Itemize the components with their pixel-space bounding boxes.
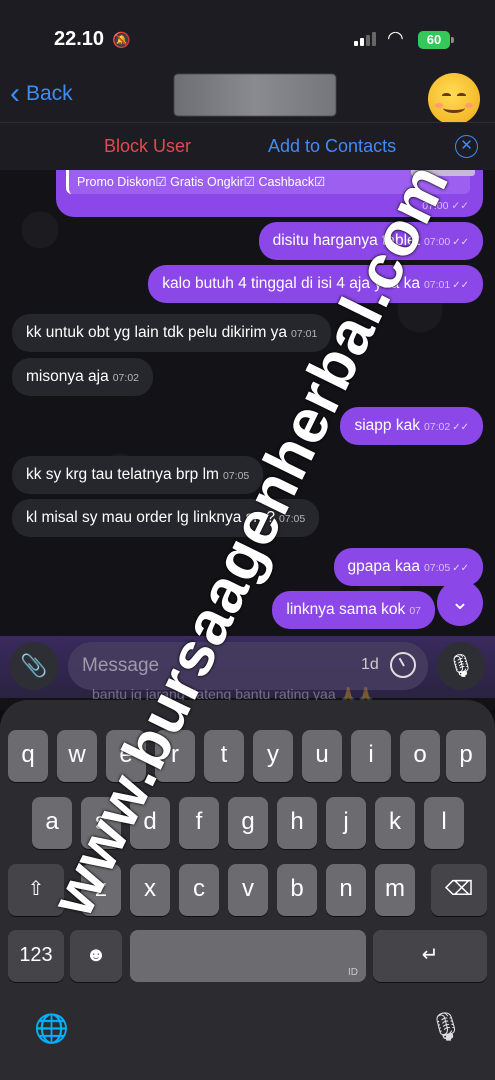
message-text: kl misal sy mau order lg linknya sm? [26,509,275,526]
block-user-button[interactable]: Block User [104,136,191,157]
promo-link-preview[interactable]: Promo Diskon☑ Gratis Ongkir☑ Cashback☑ [66,170,470,194]
key-y[interactable]: y [253,730,293,782]
key-g[interactable]: g [228,797,268,849]
key-x[interactable]: x [130,864,170,916]
contact-title-redacted[interactable] [174,74,336,116]
promo-text: Promo Diskon☑ Gratis Ongkir☑ Cashback☑ [77,175,326,189]
message-bubble-promo[interactable]: Promo Diskon☑ Gratis Ongkir☑ Cashback☑ 0… [56,170,483,217]
key-v[interactable]: v [228,864,268,916]
message-bubble-outgoing[interactable]: siapp kak 07:02 ✓✓ [340,407,483,445]
read-check-icon: ✓✓ [452,280,469,291]
message-bubble-outgoing[interactable]: disitu harganya tablet 07:00 ✓✓ [258,222,483,260]
read-check-icon: ✓✓ [452,422,469,433]
key-q[interactable]: q [8,730,48,782]
key-e[interactable]: e [106,730,146,782]
message-time: 07:01 [291,328,318,340]
close-icon[interactable]: ✕ [455,135,478,158]
microphone-icon[interactable]: 🎙 [437,642,485,690]
contact-action-bar: Block User Add to Contacts ✕ [0,122,495,170]
message-bubble-outgoing[interactable]: linknya sama kok 07 [272,591,435,629]
key-d[interactable]: d [130,797,170,849]
backspace-key-icon[interactable]: ⌫ [431,864,487,916]
keyboard-language-label: ID [348,967,358,978]
back-label: Back [26,82,73,105]
dictation-mic-icon[interactable]: 🎙 [428,1010,464,1043]
message-text: disitu harganya tablet [272,232,420,249]
message-bubble-outgoing[interactable]: kalo butuh 4 tinggal di isi 4 aja yaa ka… [148,265,483,303]
key-f[interactable]: f [179,797,219,849]
numbers-key[interactable]: 123 [8,930,64,982]
key-o[interactable]: o [400,730,440,782]
read-check-icon: ✓✓ [452,563,469,574]
key-s[interactable]: s [81,797,121,849]
message-text: gpapa kaa [347,558,420,575]
message-time: 07:05 [423,562,451,574]
read-check-icon: ✓✓ [452,237,469,248]
shift-key-icon[interactable]: ⇧ [8,864,64,916]
key-k[interactable]: k [375,797,415,849]
status-bar: 22.10 🔕 ◜◝ 60 [0,0,495,72]
scroll-down-button[interactable]: ⌄ [437,580,483,626]
return-key-icon[interactable]: ↵ [373,930,487,982]
smiley-mouth-icon [443,103,465,113]
message-bubble-incoming[interactable]: kk sy krg tau telatnya brp lm 07:05 [12,456,264,494]
key-l[interactable]: l [424,797,464,849]
emoji-key-icon[interactable]: ☻ [70,930,122,982]
message-bubble-incoming[interactable]: misonya aja 07:02 [12,358,153,396]
smiley-cheek-icon [435,103,443,108]
key-a[interactable]: a [32,797,72,849]
key-r[interactable]: r [155,730,195,782]
wifi-icon: ◜◝ [388,28,403,49]
key-t[interactable]: t [204,730,244,782]
key-j[interactable]: j [326,797,366,849]
status-time: 22.10 [54,28,105,50]
add-to-contacts-button[interactable]: Add to Contacts [268,136,396,157]
message-time: 07 [409,605,421,617]
message-time: 07:05 [278,513,306,525]
message-bubble-incoming[interactable]: kk untuk obt yg lain tdk pelu dikirim ya… [12,314,332,352]
smiley-eye-icon [457,93,466,98]
message-time: 07:00 ✓✓ [422,200,469,212]
message-time: 07:00 [423,236,451,248]
message-time: 07:02 [112,372,139,384]
smiley-eye-icon [442,93,451,98]
chevron-left-icon: ‹ [10,77,20,110]
paperclip-icon[interactable]: 📎 [10,642,58,690]
message-text: kalo butuh 4 tinggal di isi 4 aja yaa ka [162,275,420,292]
message-text: kk sy krg tau telatnya brp lm [26,466,219,483]
key-n[interactable]: n [326,864,366,916]
nav-bar: ‹ Back [0,72,495,125]
message-time: 07:01 [423,279,451,291]
message-text: siapp kak [354,417,420,434]
key-h[interactable]: h [277,797,317,849]
key-u[interactable]: u [302,730,342,782]
key-b[interactable]: b [277,864,317,916]
message-text: kk untuk obt yg lain tdk pelu dikirim ya [26,324,288,341]
key-i[interactable]: i [351,730,391,782]
avatar[interactable] [428,73,480,125]
key-z[interactable]: z [81,864,121,916]
chevron-down-icon: ⌄ [450,589,470,614]
space-key[interactable]: ID [130,930,366,982]
key-c[interactable]: c [179,864,219,916]
promo-thumbnail [411,170,475,176]
message-bubble-incoming[interactable]: kl misal sy mau order lg linknya sm? 07:0… [12,499,320,537]
timer-icon[interactable] [390,652,416,678]
key-w[interactable]: w [57,730,97,782]
timer-label: 1d [361,656,379,673]
message-time: 07:02 [423,421,451,433]
key-m[interactable]: m [375,864,415,916]
signal-icon [354,32,376,46]
message-text: misonya aja [26,368,109,385]
message-time: 07:05 [222,470,250,482]
bell-muted-icon: 🔕 [112,32,131,49]
back-button[interactable]: ‹ Back [10,77,73,110]
message-text: linknya sama kok [286,601,406,618]
smiley-cheek-icon [465,103,473,108]
battery-icon: 60 [418,31,454,49]
key-p[interactable]: p [446,730,486,782]
globe-icon[interactable]: 🌐 [34,1012,69,1045]
